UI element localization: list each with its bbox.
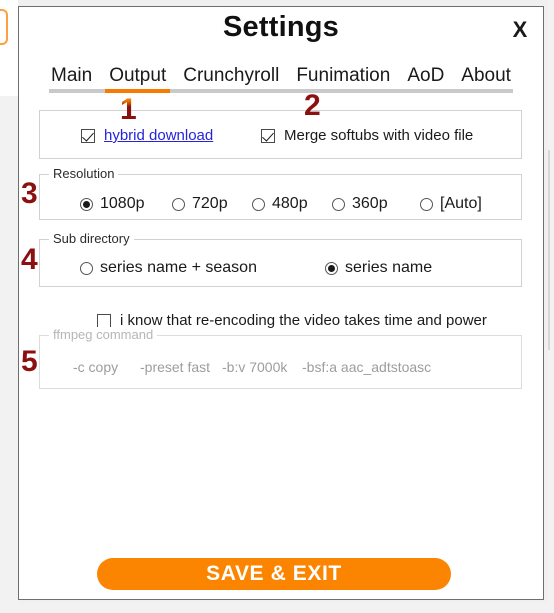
resolution-option-480p[interactable]: 480p: [252, 195, 308, 213]
dialog-title: Settings: [223, 11, 339, 43]
tab-output[interactable]: Output: [107, 65, 168, 87]
annotation-number-4: 4: [21, 243, 38, 276]
tab-aod[interactable]: AoD: [405, 65, 446, 87]
resolution-radio-480p[interactable]: [252, 197, 265, 211]
screenshot-root: Settings X Main Output Crunchyroll Funim…: [0, 0, 554, 613]
tab-bar: Main Output Crunchyroll Funimation AoD A…: [19, 57, 543, 93]
tab-list: Main Output Crunchyroll Funimation AoD A…: [33, 57, 529, 87]
ffmpeg-field-codec[interactable]: -c copy: [73, 359, 118, 375]
resolution-radio-auto[interactable]: [420, 197, 433, 211]
sub-directory-legend: Sub directory: [49, 231, 134, 246]
resolution-label-480p: 480p: [272, 195, 308, 212]
save-and-exit-button[interactable]: SAVE & EXIT: [97, 558, 451, 590]
background-orange-button-fragment: [0, 9, 8, 45]
reencode-acknowledge-label: i know that re-encoding the video takes …: [120, 312, 487, 329]
sub-directory-radio-series-season[interactable]: [80, 261, 93, 275]
sub-directory-option-series-name[interactable]: series name: [325, 259, 432, 277]
resolution-radio-1080p[interactable]: [80, 197, 93, 211]
sub-directory-option-series-season[interactable]: series name + season: [80, 259, 257, 277]
merge-softubs-label: Merge softubs with video file: [284, 127, 474, 144]
resolution-group: Resolution 1080p 720p 480p 360p [Auto]: [39, 166, 522, 220]
background-window-scrollbar: [548, 150, 550, 350]
resolution-radio-360p[interactable]: [332, 197, 345, 211]
resolution-label-720p: 720p: [192, 195, 228, 212]
tab-funimation[interactable]: Funimation: [294, 65, 392, 87]
annotation-number-3: 3: [21, 177, 38, 210]
resolution-option-720p[interactable]: 720p: [172, 195, 228, 213]
sub-directory-radio-series-name[interactable]: [325, 261, 338, 275]
resolution-option-360p[interactable]: 360p: [332, 195, 388, 213]
sub-directory-group: Sub directory series name + season serie…: [39, 231, 522, 287]
merge-softubs-row[interactable]: Merge softubs with video file: [261, 127, 473, 144]
resolution-radio-720p[interactable]: [172, 197, 185, 211]
settings-dialog: Settings X Main Output Crunchyroll Funim…: [18, 6, 544, 600]
resolution-option-1080p[interactable]: 1080p: [80, 195, 145, 213]
ffmpeg-command-legend: ffmpeg command: [49, 327, 158, 342]
background-window-bottom-strip: [0, 603, 554, 613]
resolution-label-360p: 360p: [352, 195, 388, 212]
reencode-acknowledge-checkbox[interactable]: [97, 313, 111, 328]
ffmpeg-field-bitstream-filter[interactable]: -bsf:a aac_adtstoasc: [302, 359, 431, 375]
annotation-number-5: 5: [21, 345, 38, 378]
resolution-option-auto[interactable]: [Auto]: [420, 195, 482, 213]
ffmpeg-command-group: ffmpeg command -c copy -preset fast -b:v…: [39, 327, 522, 389]
sub-directory-label-series-season: series name + season: [100, 259, 257, 276]
sub-directory-label-series-name: series name: [345, 259, 433, 276]
resolution-legend: Resolution: [49, 166, 119, 181]
hybrid-download-label[interactable]: hybrid download: [104, 127, 213, 144]
tab-crunchyroll[interactable]: Crunchyroll: [181, 65, 281, 87]
hybrid-download-checkbox[interactable]: [81, 128, 95, 143]
tab-main[interactable]: Main: [49, 65, 94, 87]
dialog-titlebar: Settings X: [19, 7, 543, 57]
ffmpeg-field-preset[interactable]: -preset fast: [140, 359, 210, 375]
ffmpeg-field-bitrate[interactable]: -b:v 7000k: [222, 359, 287, 375]
resolution-label-auto: [Auto]: [440, 195, 482, 212]
hybrid-download-row[interactable]: hybrid download: [81, 127, 213, 144]
resolution-label-1080p: 1080p: [100, 195, 145, 212]
download-options-panel: hybrid download Merge softubs with video…: [39, 110, 522, 159]
merge-softubs-checkbox[interactable]: [261, 128, 275, 143]
tab-about[interactable]: About: [459, 65, 513, 87]
tab-active-underline: [105, 89, 171, 93]
close-icon[interactable]: X: [507, 17, 533, 43]
